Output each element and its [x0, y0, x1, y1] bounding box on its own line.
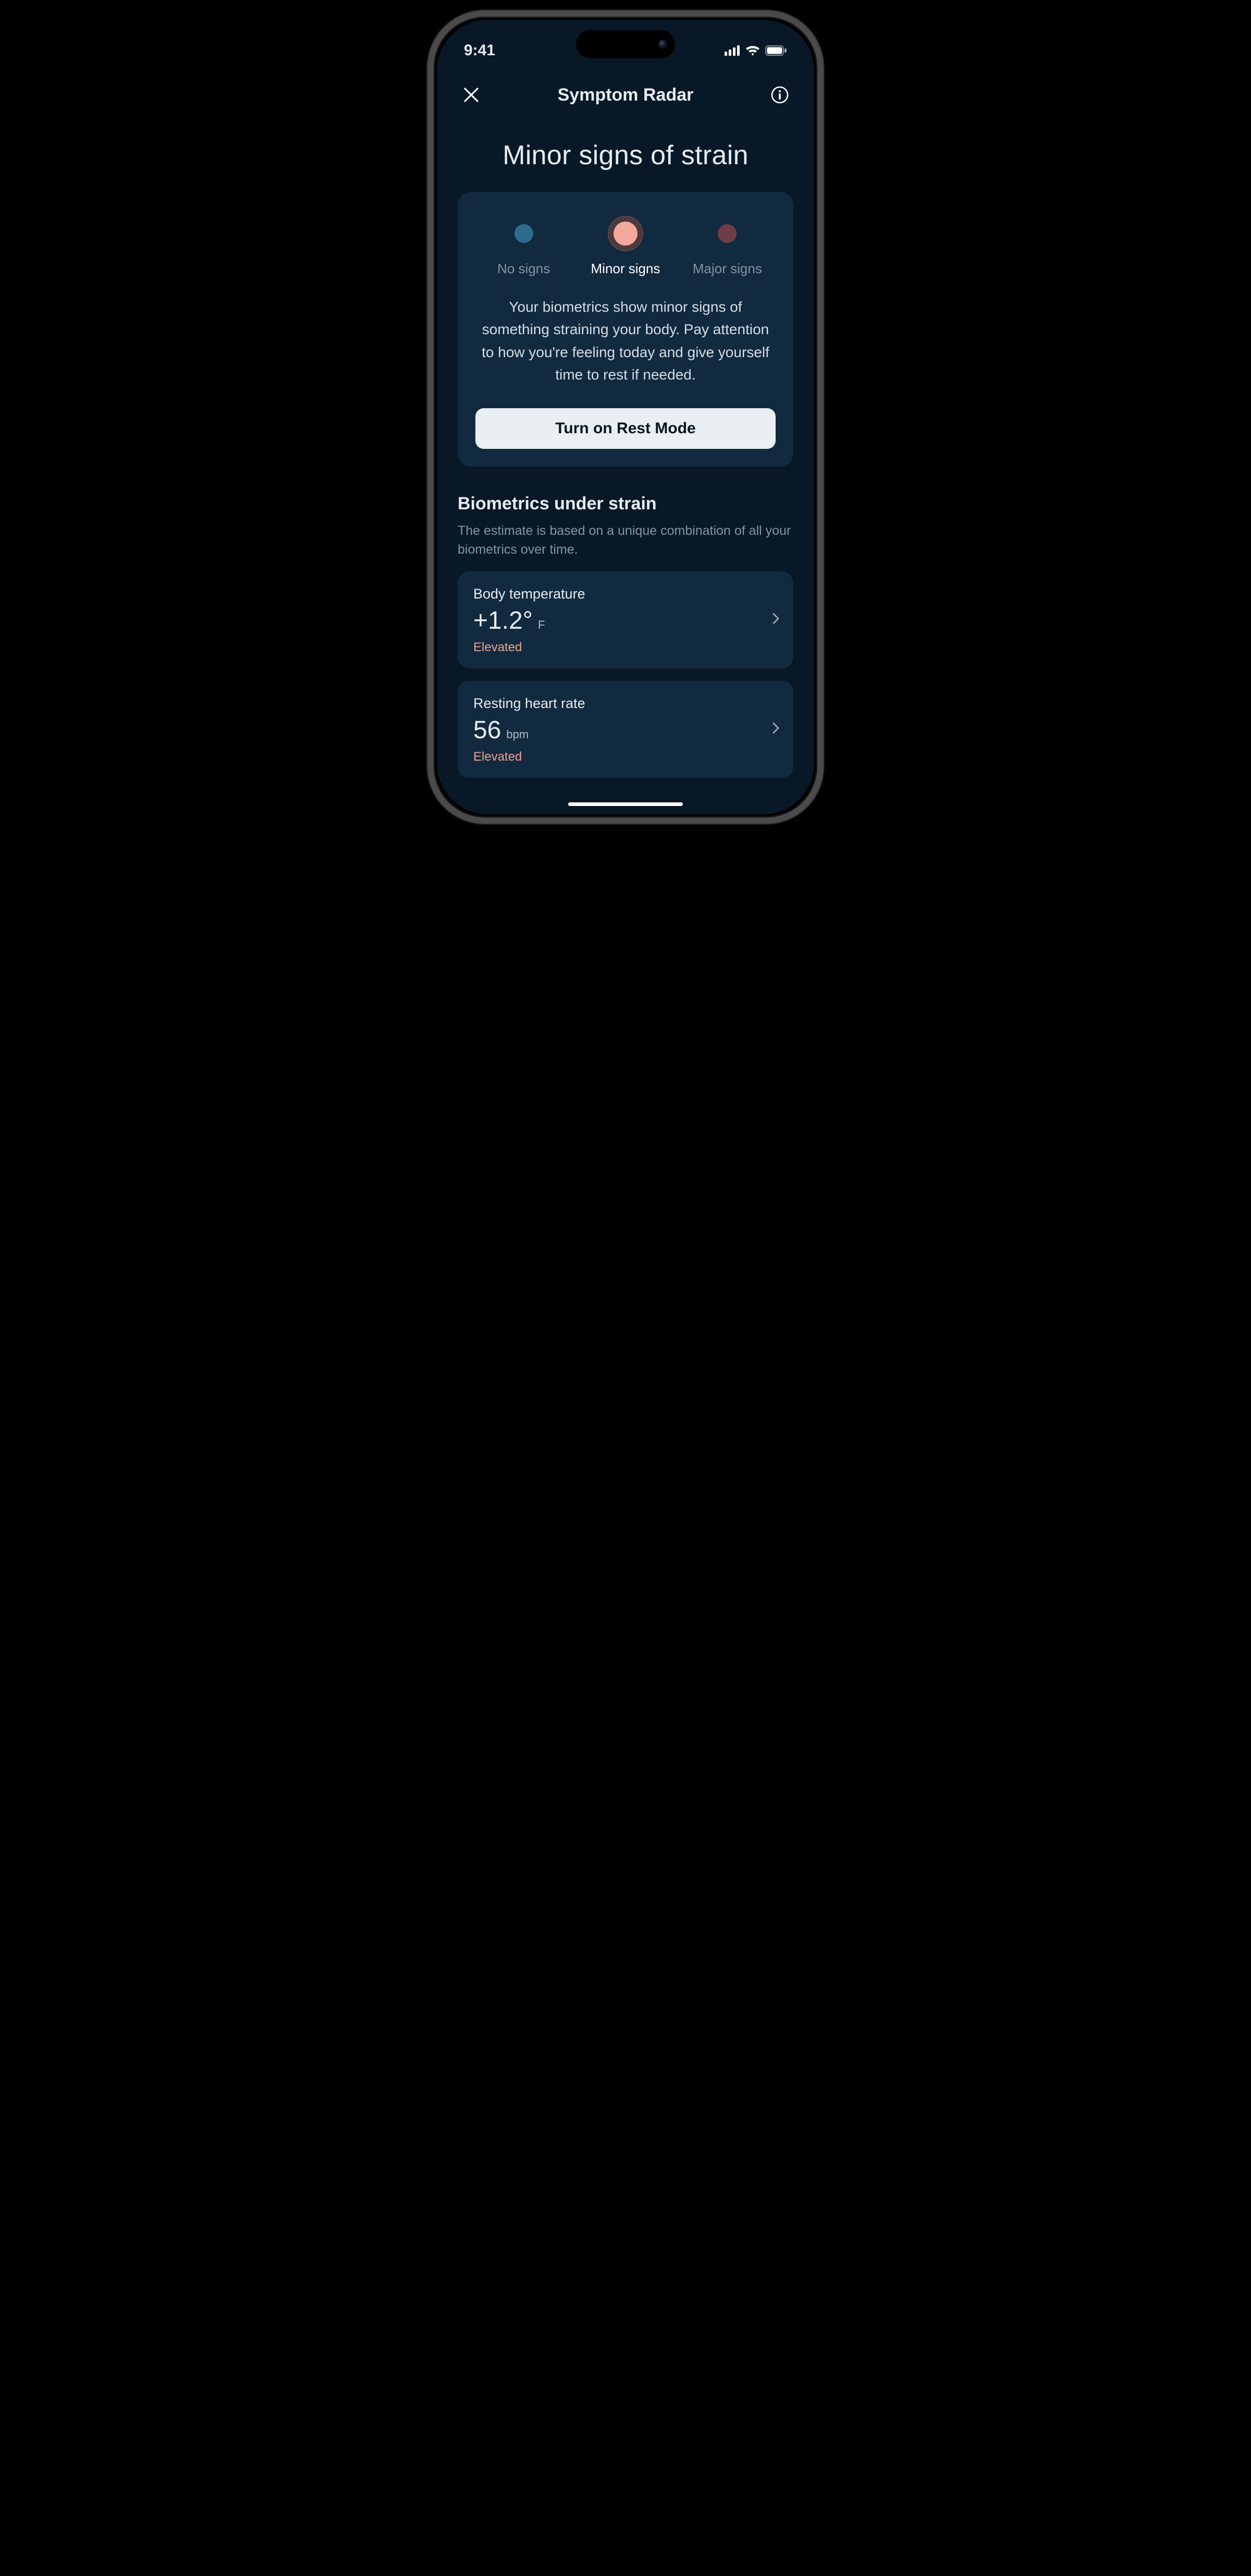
chevron-right-icon	[772, 723, 780, 737]
cellular-icon	[725, 45, 740, 56]
rest-mode-button[interactable]: Turn on Rest Mode	[475, 408, 776, 449]
metric-status: Elevated	[473, 750, 778, 764]
device-frame: 9:41 Symptom Radar	[427, 10, 824, 824]
status-card: No signs Minor signs Major signs Your bi…	[458, 192, 793, 467]
battery-icon	[765, 45, 787, 56]
nav-bar: Symptom Radar	[437, 67, 814, 118]
home-indicator[interactable]	[568, 802, 683, 806]
dot-minor-icon	[614, 222, 637, 246]
metric-value: 56 bpm	[473, 716, 778, 744]
status-icons	[725, 45, 787, 56]
level-minor-label: Minor signs	[591, 261, 660, 277]
metric-number: 56	[473, 716, 501, 744]
info-button[interactable]	[767, 82, 792, 107]
clock: 9:41	[464, 42, 495, 59]
hero-title: Minor signs of strain	[458, 140, 793, 171]
biometrics-section: Biometrics under strain The estimate is …	[458, 494, 793, 778]
dot-nosigns-icon	[514, 224, 533, 243]
wifi-icon	[745, 45, 760, 56]
metric-status: Elevated	[473, 640, 778, 655]
screen: 9:41 Symptom Radar	[437, 20, 814, 814]
close-button[interactable]	[459, 82, 484, 107]
close-icon	[463, 87, 480, 103]
dot-major-icon	[718, 224, 737, 243]
content: Minor signs of strain No signs Minor sig…	[437, 118, 814, 814]
section-title: Biometrics under strain	[458, 494, 793, 514]
section-description: The estimate is based on a unique combin…	[458, 521, 793, 559]
metric-label: Body temperature	[473, 586, 778, 602]
dynamic-island	[576, 30, 675, 58]
level-major-label: Major signs	[693, 261, 762, 277]
metric-unit: F	[538, 618, 545, 632]
metric-unit: bpm	[506, 728, 529, 741]
page-title: Symptom Radar	[484, 85, 767, 105]
chevron-right-icon	[772, 613, 780, 627]
level-nosigns-label: No signs	[497, 261, 550, 277]
info-icon	[770, 86, 789, 104]
metric-value: +1.2° F	[473, 606, 778, 635]
metric-body-temperature[interactable]: Body temperature +1.2° F Elevated	[458, 571, 793, 668]
metric-resting-heart-rate[interactable]: Resting heart rate 56 bpm Elevated	[458, 681, 793, 778]
level-minor[interactable]: Minor signs	[577, 216, 673, 277]
card-description: Your biometrics show minor signs of some…	[475, 296, 776, 386]
metric-label: Resting heart rate	[473, 695, 778, 712]
camera-icon	[658, 40, 668, 49]
level-major[interactable]: Major signs	[679, 216, 776, 277]
level-nosigns[interactable]: No signs	[475, 216, 572, 277]
metric-number: +1.2°	[473, 606, 533, 635]
level-row: No signs Minor signs Major signs	[475, 216, 776, 277]
